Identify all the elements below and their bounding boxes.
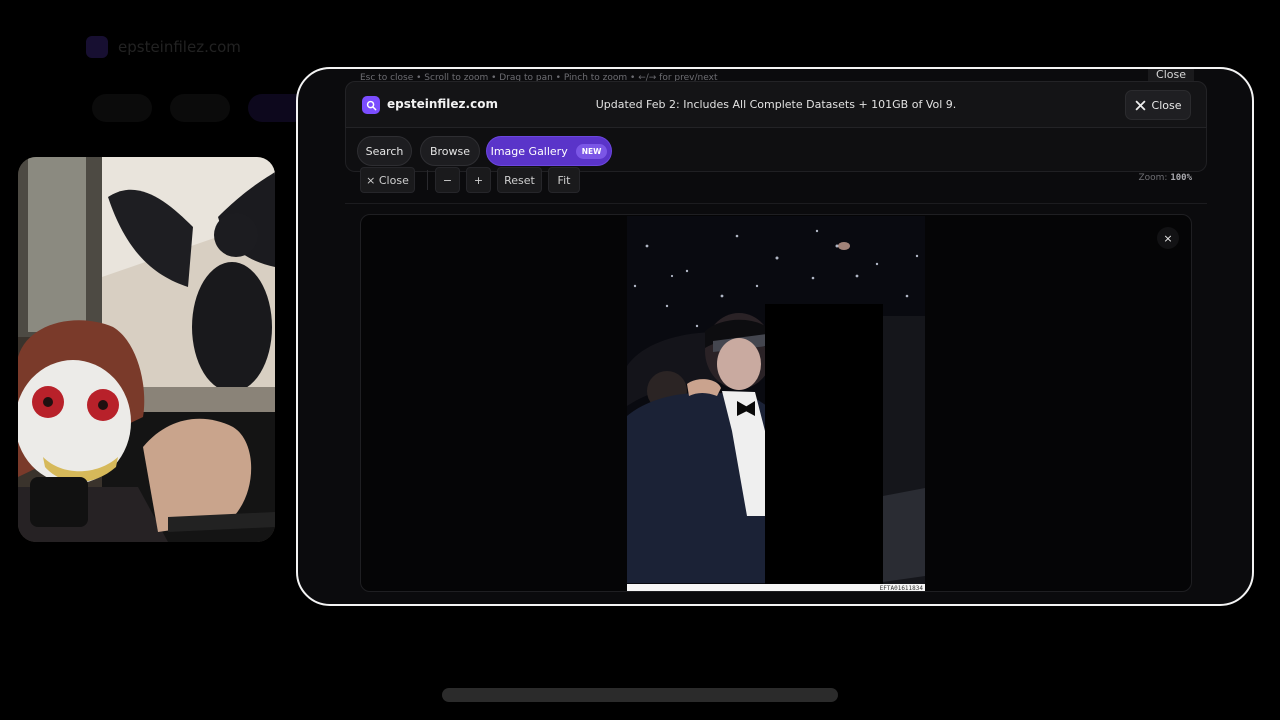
viewer-toolbar: × Close − + Reset Fit Zoom: 100% (360, 167, 1192, 197)
site-header: epsteinfilez.com Updated Feb 2: Includes… (345, 81, 1207, 128)
tab-browse[interactable]: Browse (420, 136, 480, 166)
tab-label: Image Gallery (490, 144, 568, 158)
reset-button[interactable]: Reset (497, 167, 542, 193)
viewer-close-button[interactable]: × Close (360, 167, 415, 193)
nav-tabs: Search Browse Image Gallery NEW (345, 128, 1207, 172)
close-icon (1134, 99, 1146, 111)
background-logo-icon (86, 36, 108, 58)
screen: epsteinfilez.com Esc to close • Scroll t… (0, 0, 1280, 720)
zoom-value: 100% (1170, 173, 1192, 183)
close-icon[interactable]: × (1157, 227, 1179, 249)
zoom-out-button[interactable]: − (435, 167, 460, 193)
document-label-strip: EFTA01611834 (627, 584, 925, 592)
zoom-indicator: Zoom: 100% (1138, 173, 1192, 183)
tab-image-gallery[interactable]: Image Gallery NEW (486, 136, 612, 166)
background-tab (170, 94, 230, 122)
zoom-in-button[interactable]: + (466, 167, 491, 193)
webcam-image (18, 157, 275, 542)
background-brand: epsteinfilez.com (118, 38, 241, 56)
document-photo[interactable]: EFTA01611834 (627, 216, 925, 592)
photo-image (627, 216, 925, 591)
background-tab (92, 94, 152, 122)
update-banner: Updated Feb 2: Includes All Complete Dat… (595, 98, 957, 111)
new-badge: NEW (575, 143, 608, 159)
background-tabs (92, 94, 308, 122)
close-button[interactable]: Close (1125, 90, 1191, 120)
tab-label: Search (365, 144, 404, 158)
viewer-window: Esc to close • Scroll to zoom • Drag to … (296, 67, 1254, 606)
background-header: epsteinfilez.com (80, 30, 1200, 70)
toolbar-separator (345, 203, 1207, 204)
close-button-label: Close (1151, 98, 1182, 112)
image-viewer[interactable]: EFTA01611834 × (360, 214, 1192, 592)
fit-button[interactable]: Fit (548, 167, 580, 193)
taskbar-scroll-indicator[interactable] (442, 688, 838, 702)
document-id: EFTA01611834 (879, 585, 923, 592)
webcam-overlay (18, 157, 275, 542)
tab-search[interactable]: Search (357, 136, 412, 166)
viewer-window-content: Esc to close • Scroll to zoom • Drag to … (298, 69, 1252, 604)
tab-label: Browse (429, 144, 471, 158)
toolbar-divider (427, 170, 428, 190)
zoom-label: Zoom: (1138, 173, 1168, 183)
